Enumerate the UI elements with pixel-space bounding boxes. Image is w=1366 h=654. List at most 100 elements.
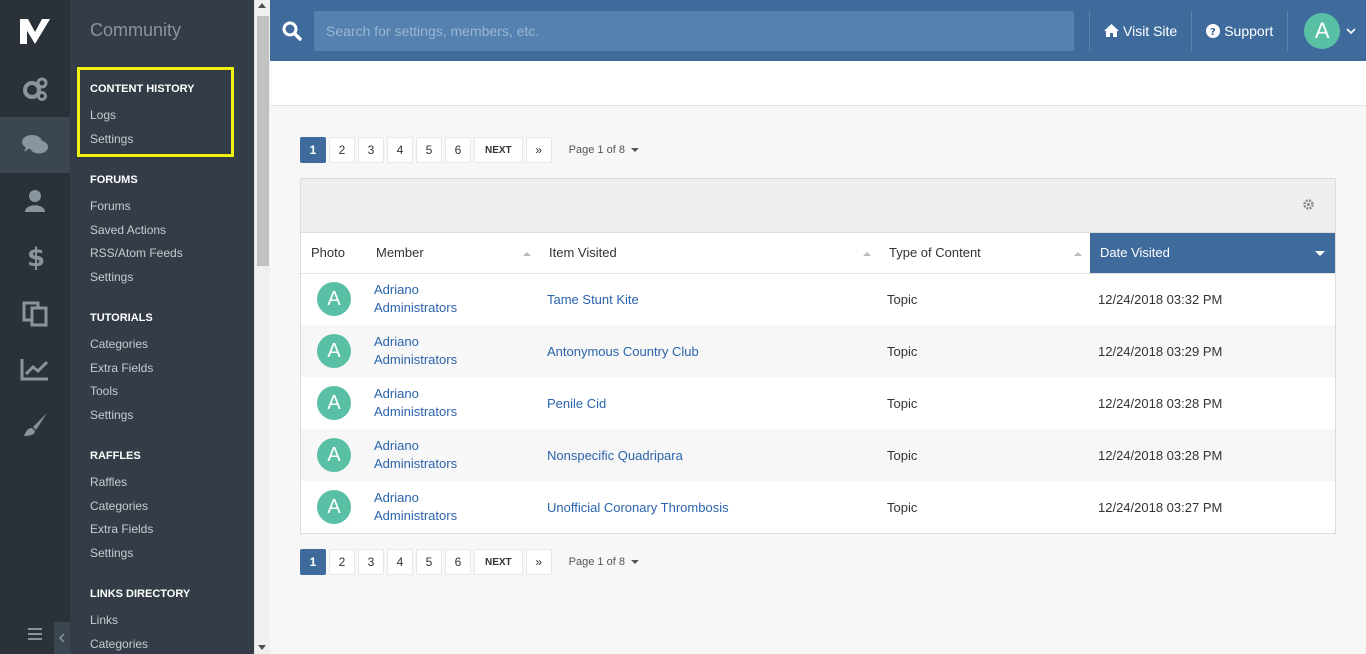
menu-link-categories[interactable]: Categories: [90, 495, 254, 519]
caret-down-icon: [630, 560, 639, 564]
member-name-link[interactable]: Adriano: [374, 489, 539, 507]
menu-link-tools[interactable]: Tools: [90, 380, 254, 404]
item-link[interactable]: Unofficial Coronary Thrombosis: [547, 500, 729, 515]
menu-section-forums: FORUMS Forums Saved Actions RSS/Atom Fee…: [70, 174, 254, 289]
menu-scrollbar[interactable]: [254, 0, 270, 654]
member-name-link[interactable]: Adriano: [374, 281, 539, 299]
scroll-up-icon[interactable]: [258, 3, 266, 8]
member-group-link[interactable]: Administrators: [374, 351, 539, 369]
page-button[interactable]: 6: [445, 549, 471, 575]
page-button[interactable]: 2: [329, 549, 355, 575]
scroll-thumb[interactable]: [257, 16, 269, 266]
page-button[interactable]: 2: [329, 137, 355, 163]
member-group-link[interactable]: Administrators: [374, 507, 539, 525]
type-cell: Topic: [887, 291, 918, 307]
member-cell: Adriano Administrators: [366, 429, 539, 481]
member-group-link[interactable]: Administrators: [374, 455, 539, 473]
page-jump-dropdown[interactable]: Page 1 of 8: [569, 144, 639, 156]
last-page-button[interactable]: »: [525, 549, 552, 575]
item-cell: Unofficial Coronary Thrombosis: [539, 481, 879, 533]
last-page-button[interactable]: »: [525, 137, 552, 163]
member-cell: Adriano Administrators: [366, 377, 539, 429]
member-group-link[interactable]: Administrators: [374, 299, 539, 317]
visit-site-label: Visit Site: [1123, 22, 1178, 39]
member-cell: Adriano Administrators: [366, 273, 539, 325]
page-button[interactable]: 3: [358, 549, 384, 575]
avatar[interactable]: A: [317, 282, 351, 317]
type-cell: Topic: [879, 429, 1090, 481]
page-button[interactable]: 4: [387, 137, 413, 163]
date-cell: 12/24/2018 03:28 PM: [1098, 395, 1223, 411]
page-button[interactable]: 4: [387, 549, 413, 575]
section-heading: FORUMS: [90, 174, 138, 186]
search-icon[interactable]: [270, 21, 314, 41]
question-circle-icon: ?: [1206, 23, 1221, 38]
menu-link-forums[interactable]: Forums: [90, 195, 254, 219]
avatar[interactable]: A: [317, 386, 351, 420]
next-page-button[interactable]: NEXT: [474, 137, 523, 163]
highlight-box: [77, 67, 234, 157]
brush-icon[interactable]: [0, 397, 70, 453]
page-of-label: Page 1 of 8: [568, 556, 625, 568]
item-link[interactable]: Nonspecific Quadripara: [547, 448, 683, 463]
menu-link-rss-feeds[interactable]: RSS/Atom Feeds: [90, 242, 254, 266]
chart-icon[interactable]: [0, 341, 70, 397]
avatar: A: [1304, 12, 1341, 49]
page-button[interactable]: 5: [416, 549, 442, 575]
collapse-menu-button[interactable]: [54, 622, 70, 654]
table-toolbar: [301, 179, 1335, 233]
menu-link-saved-actions[interactable]: Saved Actions: [90, 219, 254, 243]
menu-link-categories[interactable]: Categories: [90, 633, 254, 654]
item-link[interactable]: Antonymous Country Club: [547, 344, 699, 359]
column-header-date-visited[interactable]: Date Visited: [1090, 233, 1335, 274]
member-name-link[interactable]: Adriano: [374, 385, 539, 403]
avatar[interactable]: A: [317, 490, 351, 524]
avatar[interactable]: A: [317, 334, 351, 368]
column-header-item-visited[interactable]: Item Visited: [539, 233, 879, 274]
search-input[interactable]: [314, 10, 1074, 51]
member-name-link[interactable]: Adriano: [374, 437, 539, 455]
support-link[interactable]: ? Support: [1192, 23, 1287, 39]
photo-cell: A: [301, 273, 366, 325]
page-button[interactable]: 1: [300, 137, 326, 163]
item-link[interactable]: Penile Cid: [547, 396, 606, 411]
member-group-link[interactable]: Administrators: [374, 403, 539, 421]
menu-link-settings[interactable]: Settings: [90, 542, 254, 566]
item-cell: Tame Stunt Kite: [539, 273, 879, 325]
section-heading: RAFFLES: [90, 450, 141, 462]
column-header-type-of-content[interactable]: Type of Content: [879, 233, 1090, 274]
section-heading: TUTORIALS: [90, 312, 153, 324]
gears-icon[interactable]: [0, 61, 70, 117]
dollar-icon[interactable]: $: [0, 229, 70, 285]
user-icon[interactable]: [0, 173, 70, 229]
menu-link-categories[interactable]: Categories: [90, 333, 254, 357]
menu-link-settings[interactable]: Settings: [90, 266, 254, 290]
content-history-table: Photo Member Item Visited Type of Conten…: [300, 178, 1336, 534]
chat-bubbles-icon[interactable]: [0, 117, 70, 173]
page-jump-dropdown[interactable]: Page 1 of 8: [569, 556, 639, 568]
next-page-button[interactable]: NEXT: [474, 549, 523, 575]
menu-link-extra-fields[interactable]: Extra Fields: [90, 357, 254, 381]
photo-cell: A: [301, 377, 366, 429]
clipboard-icon[interactable]: [0, 285, 70, 341]
item-link[interactable]: Tame Stunt Kite: [547, 292, 639, 307]
menu-link-raffles[interactable]: Raffles: [90, 471, 254, 495]
photo-cell: A: [301, 481, 366, 533]
member-name-link[interactable]: Adriano: [374, 333, 539, 351]
table-row: A Adriano Administrators Nonspecific Qua…: [301, 429, 1335, 481]
column-header-member[interactable]: Member: [366, 233, 539, 274]
avatar[interactable]: A: [317, 438, 351, 472]
logo-icon[interactable]: [0, 0, 70, 61]
page-button[interactable]: 3: [358, 137, 384, 163]
page-button[interactable]: 6: [445, 137, 471, 163]
user-menu[interactable]: A: [1288, 12, 1356, 49]
visit-site-link[interactable]: Visit Site: [1090, 23, 1191, 39]
page-button[interactable]: 1: [300, 549, 326, 575]
menu-link-links[interactable]: Links: [90, 609, 254, 633]
page-button[interactable]: 5: [416, 137, 442, 163]
date-cell: 12/24/2018 03:28 PM: [1090, 429, 1335, 481]
menu-link-extra-fields[interactable]: Extra Fields: [90, 518, 254, 542]
table-settings-gear-icon[interactable]: [1302, 198, 1315, 214]
scroll-down-icon[interactable]: [258, 645, 266, 650]
menu-link-settings[interactable]: Settings: [90, 404, 254, 428]
